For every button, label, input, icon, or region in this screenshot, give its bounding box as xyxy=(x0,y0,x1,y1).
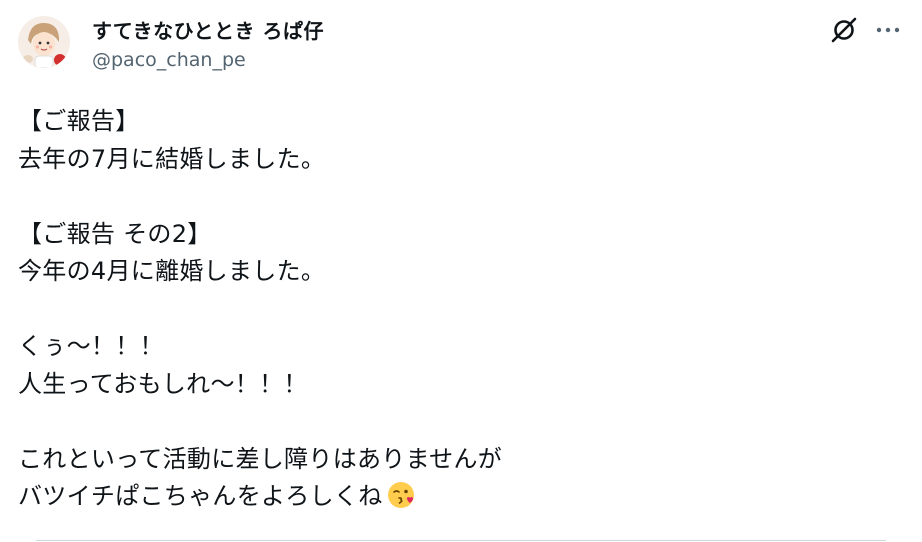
author-handle[interactable]: @paco_chan_pe xyxy=(92,49,246,71)
post-line: 去年の7月に結婚しました。 xyxy=(18,144,326,173)
avatar-illustration-icon xyxy=(18,16,70,68)
more-horizontal-icon[interactable] xyxy=(873,17,903,43)
post-text: 【ご報告】 去年の7月に結婚しました。 【ご報告 その2】 今年の4月に離婚しま… xyxy=(18,103,898,516)
post-line xyxy=(18,178,898,216)
post-line: 人生っておもしれ～！！！ xyxy=(18,369,308,398)
post-line: くぅ～！！！ xyxy=(18,332,164,360)
author-display-name[interactable]: すてきなひととき ろぱ仔 xyxy=(92,15,324,44)
post-line: 【ご報告 その2】 xyxy=(18,219,212,248)
post-line: これといって活動に差し障りはありませんが xyxy=(18,444,503,473)
post-header: すてきなひととき ろぱ仔 @paco_chan_pe xyxy=(0,0,922,80)
post-line-last: バツイチぱこちゃんをよろしくね xyxy=(18,478,898,516)
post-line-text: バツイチぱこちゃんをよろしくね xyxy=(18,482,383,510)
avatar[interactable] xyxy=(18,16,70,68)
grok-icon[interactable] xyxy=(829,15,859,45)
post-line xyxy=(18,403,898,441)
divider xyxy=(36,540,886,541)
post-line: 【ご報告】 xyxy=(18,107,140,135)
post-line xyxy=(18,291,898,329)
post-line: 今年の4月に離婚しました。 xyxy=(18,257,326,285)
kissing-winking-face-emoji-icon xyxy=(386,480,416,510)
